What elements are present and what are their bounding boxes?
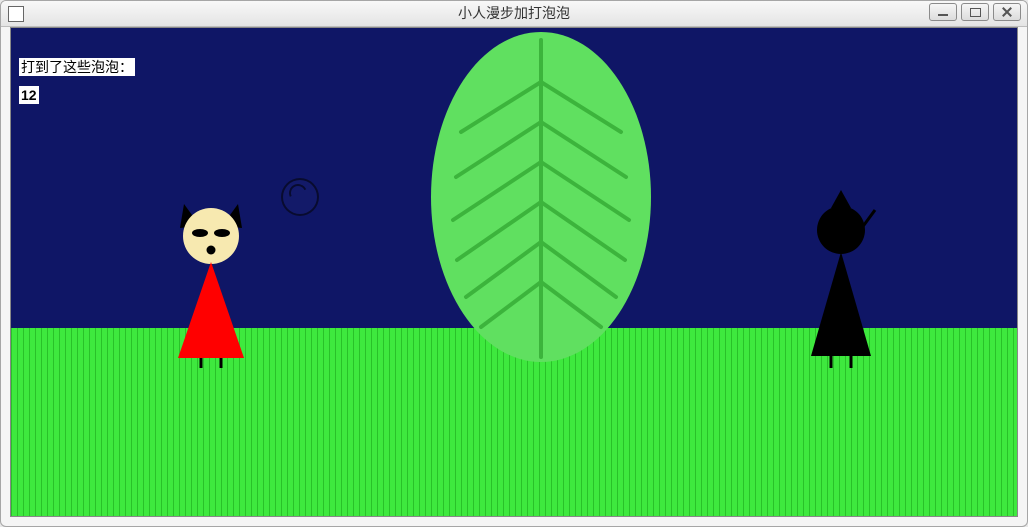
window-controls bbox=[929, 3, 1021, 21]
minimize-icon bbox=[938, 14, 948, 16]
grass-ground bbox=[11, 328, 1017, 516]
bubble-icon bbox=[281, 178, 319, 216]
app-window: 小人漫步加打泡泡 打到了这些泡泡： 12 bbox=[0, 0, 1028, 527]
score-label: 打到了这些泡泡： bbox=[19, 58, 135, 76]
maximize-button[interactable] bbox=[961, 3, 989, 21]
close-button[interactable] bbox=[993, 3, 1021, 21]
minimize-button[interactable] bbox=[929, 3, 957, 21]
window-titlebar[interactable]: 小人漫步加打泡泡 bbox=[1, 1, 1027, 27]
window-title: 小人漫步加打泡泡 bbox=[1, 1, 1027, 26]
maximize-icon bbox=[970, 8, 981, 17]
game-canvas: 打到了这些泡泡： 12 bbox=[11, 28, 1017, 516]
leaf-icon bbox=[411, 27, 671, 372]
moon-icon bbox=[929, 68, 979, 118]
app-icon bbox=[8, 6, 24, 22]
game-viewport[interactable]: 打到了这些泡泡： 12 bbox=[10, 27, 1018, 517]
score-value: 12 bbox=[19, 86, 39, 104]
